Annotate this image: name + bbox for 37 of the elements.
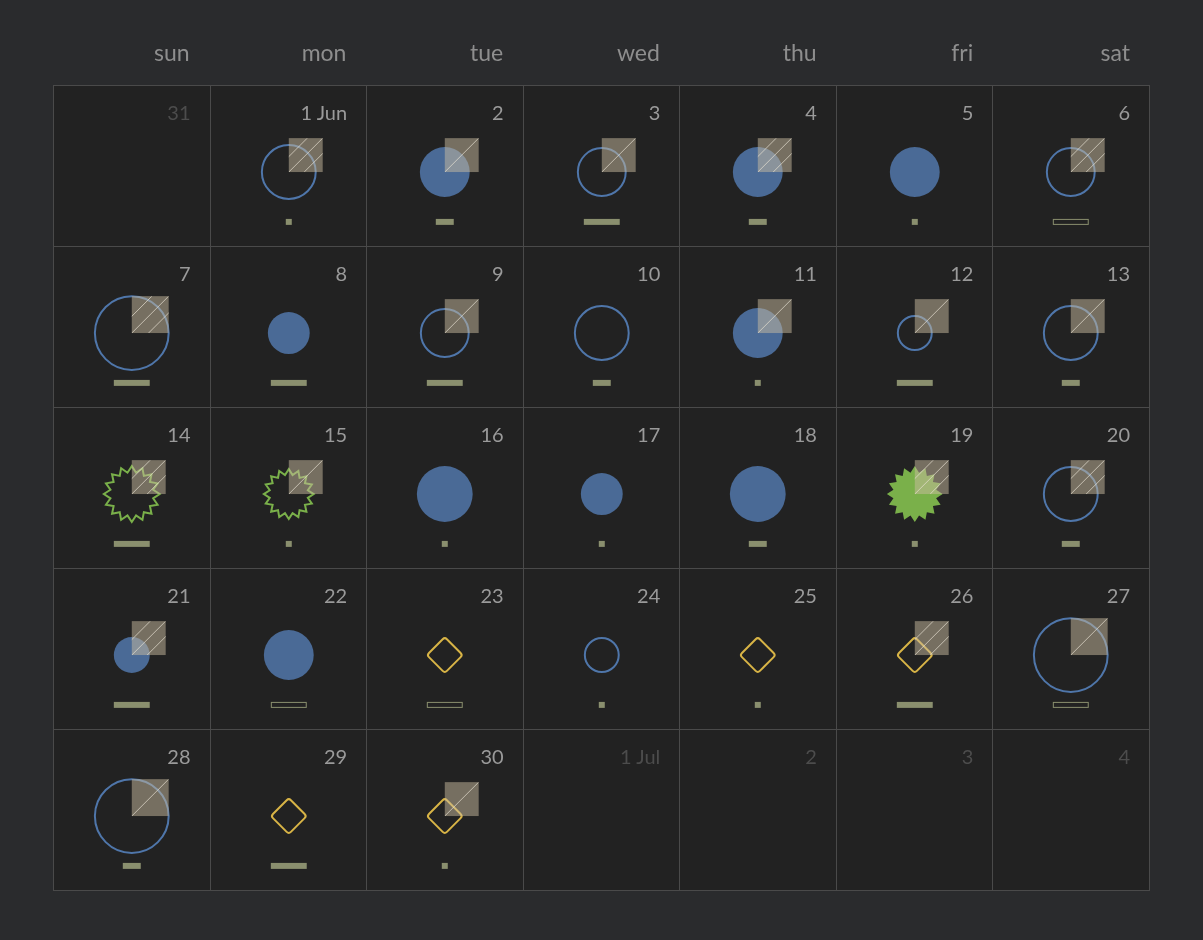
day-number: 6 — [1118, 99, 1130, 126]
day-number: 5 — [961, 99, 974, 126]
day-number: 24 — [637, 582, 661, 609]
day-number: 10 — [637, 260, 661, 287]
day-number: 25 — [793, 582, 817, 609]
day-number: 17 — [637, 421, 661, 448]
day-number: 4 — [805, 99, 817, 126]
day-number: 1 Jun — [300, 99, 348, 126]
weekday-header: sat — [1100, 37, 1130, 67]
day-number: 27 — [1106, 582, 1130, 609]
day-number: 12 — [950, 260, 974, 287]
weekday-header: thu — [782, 37, 817, 67]
weekday-header: fri — [951, 37, 974, 67]
day-number: 14 — [167, 421, 191, 448]
day-number: 18 — [793, 421, 817, 448]
day-number: 30 — [480, 743, 504, 770]
day-number: 28 — [167, 743, 191, 770]
day-number: 22 — [323, 582, 348, 609]
day-number: 16 — [480, 421, 504, 448]
day-number: 20 — [1106, 421, 1130, 448]
day-number: 11 — [793, 260, 817, 287]
weekday-header: mon — [301, 37, 347, 67]
day-number: 7 — [178, 260, 191, 287]
day-number: 9 — [492, 260, 504, 287]
weekday-header: sun — [154, 37, 190, 67]
day-number: 26 — [950, 582, 974, 609]
day-number: 23 — [480, 582, 504, 609]
day-number: 13 — [1106, 260, 1130, 287]
weekday-header: tue — [469, 37, 504, 67]
day-number: 21 — [167, 582, 191, 609]
day-number: 3 — [648, 99, 661, 126]
day-number: 19 — [950, 421, 974, 448]
weekday-header: wed — [616, 37, 660, 67]
day-number: 15 — [323, 421, 348, 448]
day-number: 8 — [335, 260, 348, 287]
day-number: 2 — [492, 99, 504, 126]
day-number: 29 — [323, 743, 348, 770]
